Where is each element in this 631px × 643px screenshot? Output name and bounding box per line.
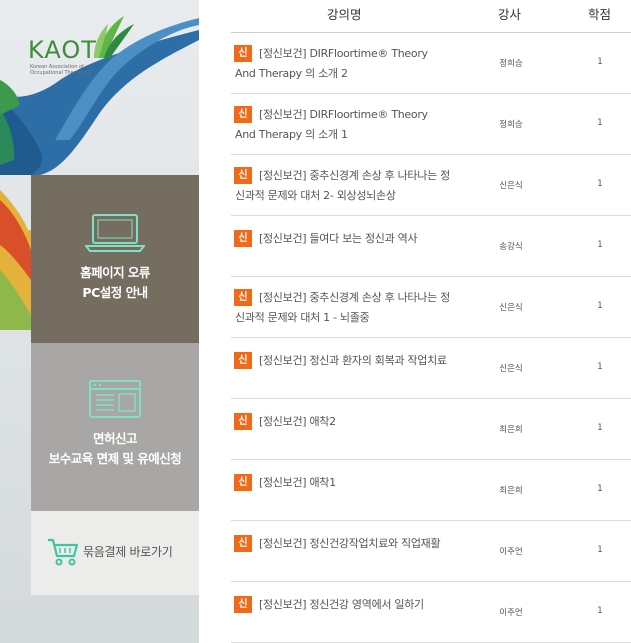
table-row[interactable]: 신 [정신보건] 애착2 최은희 1: [231, 399, 631, 460]
teacher-name: 신은식: [499, 181, 523, 191]
license-report-label: 면허신고 보수교육 면제 및 유예신청: [48, 431, 182, 466]
pc-setting-guide-button[interactable]: 홈페이지 오류 PC설정 안내: [31, 175, 199, 343]
column-header-teacher: 강사: [498, 7, 522, 22]
logo-subtitle: Korean Association of Occupational Thera…: [30, 64, 91, 76]
course-title-link[interactable]: [정신보건] 중추신경계 손상 후 나타나는 정신과적 문제와 대처 1 - 뇌…: [235, 288, 451, 328]
course-table: 강의명 강사 학점 신 [정신보건] DIRFloortime® Theory A…: [231, 0, 631, 643]
course-title-link[interactable]: [정신보건] 정신과 환자의 회복과 작업치료: [235, 351, 451, 371]
course-title-link[interactable]: [정신보건] 중추신경계 손상 후 나타나는 정신과적 문제와 대처 2- 외상…: [235, 166, 451, 206]
credit-value: 1: [597, 179, 603, 189]
shopping-cart-icon: [48, 538, 79, 566]
teacher-name: 정희승: [499, 120, 523, 130]
teacher-name: 송강식: [499, 242, 523, 252]
teacher-name: 이주언: [499, 608, 523, 618]
license-report-button[interactable]: 면허신고 보수교육 면제 및 유예신청: [31, 343, 199, 511]
credit-value: 1: [597, 240, 603, 250]
table-row[interactable]: 신 [정신보건] 중추신경계 손상 후 나타나는 정신과적 문제와 대처 2- 외…: [231, 155, 631, 216]
table-row[interactable]: 신 [정신보건] 정신건강작업치료와 직업재활 이주언 1: [231, 521, 631, 582]
course-title-link[interactable]: [정신보건] 정신건강 영역에서 일하기: [235, 595, 451, 615]
table-row[interactable]: 신 [정신보건] DIRFloortime® Theory And Therapy…: [231, 33, 631, 94]
table-row[interactable]: 신 [정신보건] 정신과 환자의 회복과 작업치료 신은식 1: [231, 338, 631, 399]
laptop-icon: [85, 214, 145, 252]
pc-setting-guide-label: 홈페이지 오류 PC설정 안내: [80, 265, 150, 300]
teacher-name: 신은식: [499, 303, 523, 313]
course-title-link[interactable]: [정신보건] 애착2: [235, 412, 451, 432]
credit-value: 1: [597, 57, 603, 67]
credit-value: 1: [597, 484, 603, 494]
column-header-credit: 학점: [588, 7, 612, 22]
table-row[interactable]: 신 [정신보건] 들여다 보는 정신과 역사 송강식 1: [231, 216, 631, 277]
teacher-name: 신은식: [499, 364, 523, 374]
table-row[interactable]: 신 [정신보건] 중추신경계 손상 후 나타나는 정신과적 문제와 대처 1 - …: [231, 277, 631, 338]
credit-value: 1: [597, 362, 603, 372]
course-title-link[interactable]: [정신보건] 정신건강작업치료와 직업재활: [235, 534, 451, 554]
document-window-icon: [89, 380, 141, 418]
table-header: 강의명 강사 학점: [231, 0, 631, 33]
sidebar: KAOT Korean Association of Occupational …: [0, 0, 199, 643]
logo-wordmark: KAOT: [28, 36, 97, 64]
credit-value: 1: [597, 545, 603, 555]
table-row[interactable]: 신 [정신보건] DIRFloortime® Theory And Therapy…: [231, 94, 631, 155]
table-row[interactable]: 신 [정신보건] 애착1 최은희 1: [231, 460, 631, 521]
bundle-payment-button[interactable]: 묶음결제 바로가기: [31, 511, 199, 595]
course-title-link[interactable]: [정신보건] 애착1: [235, 473, 451, 493]
credit-value: 1: [597, 606, 603, 616]
teacher-name: 정희승: [499, 59, 523, 69]
table-row[interactable]: 신 [정신보건] 정신건강 영역에서 일하기 이주언 1: [231, 582, 631, 643]
bundle-payment-label: 묶음결제 바로가기: [83, 545, 173, 559]
course-title-link[interactable]: [정신보건] DIRFloortime® Theory And Therapy …: [235, 105, 451, 145]
course-title-link[interactable]: [정신보건] DIRFloortime® Theory And Therapy …: [235, 44, 451, 84]
column-header-title: 강의명: [327, 7, 362, 22]
course-title-link[interactable]: [정신보건] 들여다 보는 정신과 역사: [235, 229, 451, 249]
leaf-logo-icon: [94, 16, 134, 58]
kaot-logo[interactable]: KAOT Korean Association of Occupational …: [28, 12, 138, 82]
table-body: 신 [정신보건] DIRFloortime® Theory And Therapy…: [231, 33, 631, 643]
credit-value: 1: [597, 423, 603, 433]
teacher-name: 이주언: [499, 547, 523, 557]
teacher-name: 최은희: [499, 486, 523, 496]
credit-value: 1: [597, 301, 603, 311]
teacher-name: 최은희: [499, 425, 523, 435]
credit-value: 1: [597, 118, 603, 128]
